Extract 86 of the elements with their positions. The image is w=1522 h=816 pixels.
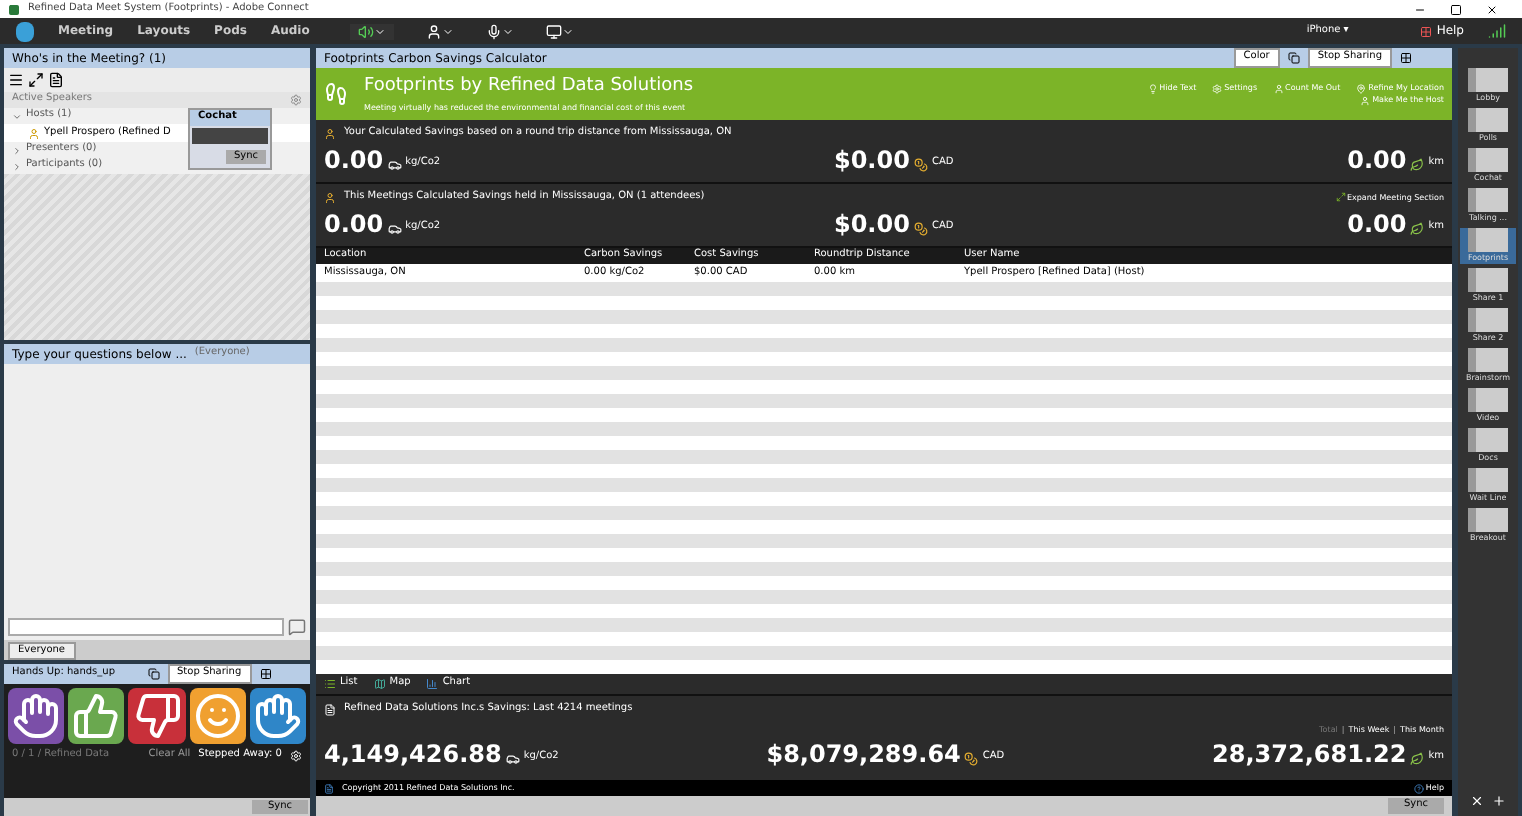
webcam-button[interactable] [425,23,454,39]
caret-icon [561,25,574,37]
layout-preview [1468,188,1508,212]
person-icon [324,127,336,140]
carbon-value: 4,149,426.88 [324,741,502,765]
map-pin-icon [1356,83,1367,93]
document-icon [324,703,336,716]
minimize-icon[interactable] [1414,3,1426,15]
signal-icon [1488,22,1506,40]
copy-icon[interactable] [147,668,159,680]
speaker-icon [357,23,374,39]
logo-icon [16,21,34,41]
car-icon [505,751,520,765]
hand-icon [253,692,302,740]
caret-icon [373,25,386,37]
layout-preview [1468,148,1508,172]
banner-title: Footprints by Refined Data Solutions [364,74,694,101]
person-icon [1273,83,1284,93]
reaction-tile[interactable] [68,688,125,744]
coins-icon [913,221,928,235]
copy-icon[interactable] [1287,52,1300,64]
leaf-icon [1410,221,1425,235]
speaker-button[interactable] [349,23,394,39]
cost-value: $8,079,289.64 [766,741,961,765]
caret-icon [501,25,514,37]
footprint-icon [324,82,348,106]
microphone-button[interactable] [485,23,514,39]
layout-preview [1468,308,1508,332]
share-screen-button[interactable] [545,23,574,39]
list-icon [324,678,336,690]
add-icon[interactable] [1492,794,1506,808]
layout-preview [1468,228,1508,252]
grid-icon [1420,25,1433,37]
car-icon [387,221,402,235]
send-icon[interactable] [288,617,306,635]
layout-preview [1468,68,1508,92]
caret-icon [441,25,454,37]
expand-icon[interactable] [28,72,44,88]
close-icon[interactable] [1486,3,1498,15]
layout-preview [1468,268,1508,292]
expand-icon [1335,192,1345,203]
help-icon [1413,783,1424,793]
leaf-icon [1410,157,1425,171]
layout-preview [1468,108,1508,132]
layout-preview [1468,468,1508,492]
cost-value: $0.00 [833,211,910,235]
layout-preview [1468,428,1508,452]
carbon-value: 0.00 [324,211,384,235]
leaf-icon [1410,751,1425,765]
smile-icon [193,692,242,740]
grid-icon[interactable] [259,668,272,680]
carbon-value: 0.00 [324,147,384,171]
chat-preview [192,127,268,143]
maximize-icon[interactable] [1450,3,1462,15]
thumbs-up-icon [72,692,121,740]
car-icon [387,157,402,171]
bar-chart-icon [426,678,439,690]
distance-value: 28,372,681.22 [1212,741,1407,765]
cost-value: $0.00 [833,147,910,171]
person-icon [28,127,40,139]
thumbs-down-icon [133,692,181,740]
lightbulb-icon [1147,83,1158,93]
coins-icon [964,751,979,765]
settings-icon [1212,83,1223,93]
list-view-icon[interactable] [8,72,24,88]
map-icon [373,678,386,690]
microphone-icon [485,23,502,39]
person-icon [324,191,336,204]
reaction-tile[interactable] [249,688,307,744]
distance-value: 0.00 [1347,147,1407,171]
layout-preview [1468,348,1508,372]
reaction-tile[interactable] [8,688,65,744]
layout-preview [1468,508,1508,532]
hand-icon [12,692,61,740]
person-icon [425,23,442,39]
question-input[interactable] [8,617,284,635]
app-icon [8,3,20,15]
monitor-icon [545,23,562,39]
chevron-down-icon [12,111,22,121]
reaction-tile[interactable] [189,688,246,744]
layout-preview [1468,388,1508,412]
distance-value: 0.00 [1347,211,1407,235]
reaction-tile[interactable] [128,688,186,744]
coins-icon [913,157,928,171]
grid-icon[interactable] [1400,52,1412,64]
person-icon [1360,95,1371,105]
